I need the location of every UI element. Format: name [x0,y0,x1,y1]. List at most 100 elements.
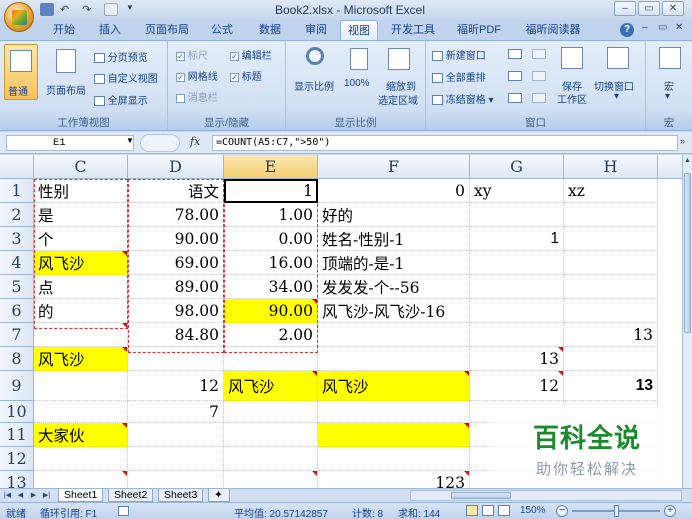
cell-f10[interactable] [318,401,470,423]
row-header-5[interactable]: 5 [0,275,34,299]
cell-f7[interactable] [318,323,470,347]
cell-h5[interactable] [564,275,658,299]
minimize-button[interactable]: – [614,1,636,16]
split-icon[interactable] [508,49,522,59]
page-layout-view-button[interactable]: 页面布局 [44,44,90,100]
save-icon[interactable] [40,3,54,16]
macro-record-icon[interactable] [118,506,129,516]
cell-g9[interactable]: 12 [470,371,564,401]
tab-review[interactable]: 审阅 [298,20,334,40]
ruler-checkbox[interactable]: ✓ 标尺 [176,47,208,62]
scroll-up-icon[interactable]: ▲ [683,157,692,167]
formula-input[interactable]: =COUNT(A5:C7,">50") [212,135,678,151]
ribbon-close-icon[interactable]: ✕ [675,22,683,33]
zoom-out-icon[interactable]: − [556,505,568,517]
undo-icon[interactable]: ↶ [60,3,74,16]
name-box-dropdown-icon[interactable]: ▼ [126,136,134,145]
horizontal-scroll-thumb[interactable] [451,492,511,499]
unhide-window-icon[interactable] [508,93,522,103]
save-workspace-button[interactable]: 保存 工作区 [554,44,590,106]
next-sheet-icon[interactable]: ▶ [29,490,38,501]
tab-data[interactable]: 数据 [252,20,288,40]
row-header-4[interactable]: 4 [0,251,34,275]
cell-d11[interactable] [128,423,224,447]
close-button[interactable]: ✕ [662,1,684,16]
formula-bar-resize-handle[interactable] [140,134,180,152]
redo-icon[interactable]: ↷ [82,3,96,16]
full-screen-button[interactable]: 全屏显示 [94,92,148,107]
cell-f6[interactable]: 风飞沙-风飞沙-16 [318,299,470,323]
column-header-f[interactable]: F [318,155,470,179]
insert-sheet-icon[interactable]: ✦ [208,489,230,502]
cell-h9[interactable]: 13 [564,371,658,401]
row-header-1[interactable]: 1 [0,179,34,203]
name-box[interactable]: E1 [6,135,134,151]
macros-button[interactable]: 宏 ▾ [650,44,688,104]
zoom-100-button[interactable]: 100% [344,44,372,100]
zoom-selection-button[interactable]: 缩放到 选定区域 [376,44,424,110]
custom-views-button[interactable]: 自定义视图 [94,70,158,85]
cell-g2[interactable] [470,203,564,227]
view-side-by-side-icon[interactable] [532,49,546,59]
new-window-button[interactable]: 新建窗口 [432,47,486,62]
tab-foxit-reader[interactable]: 福昕阅读器 [520,20,586,40]
cell-g3[interactable]: 1 [470,227,564,251]
cell-c8[interactable]: 风飞沙 [34,347,128,371]
cell-h3[interactable] [564,227,658,251]
tab-view[interactable]: 视图 [340,20,378,40]
row-header-11[interactable]: 11 [0,423,34,447]
cell-f8[interactable] [318,347,470,371]
cell-f3[interactable]: 姓名-性别-1 [318,227,470,251]
gridlines-checkbox[interactable]: ✓ 网格线 [176,68,218,83]
prev-sheet-icon[interactable]: ◀ [16,490,25,501]
cell-f11[interactable] [318,423,470,447]
cell-e11[interactable] [224,423,318,447]
select-all-corner[interactable] [0,155,34,179]
cell-e10[interactable] [224,401,318,423]
column-header-e[interactable]: E [224,155,318,179]
active-cell-e1[interactable] [224,179,318,203]
message-bar-checkbox[interactable]: 消息栏 [176,89,218,104]
cell-d9[interactable]: 12 [128,371,224,401]
cell-d12[interactable] [128,447,224,471]
cell-d10[interactable]: 7 [128,401,224,423]
cell-h6[interactable] [564,299,658,323]
cell-d13[interactable] [128,471,224,488]
sheet-tab-sheet3[interactable]: Sheet3 [158,489,204,502]
row-header-6[interactable]: 6 [0,299,34,323]
cell-f2[interactable]: 好的 [318,203,470,227]
cell-h7[interactable]: 13 [564,323,658,347]
row-header-12[interactable]: 12 [0,447,34,471]
cell-f12[interactable] [318,447,470,471]
cell-g6[interactable] [470,299,564,323]
cell-h8[interactable] [564,347,658,371]
reset-window-icon[interactable] [532,93,546,103]
first-sheet-icon[interactable]: |◀ [3,490,12,501]
cell-h1[interactable]: xz [564,179,658,203]
zoom-button[interactable]: 显示比例 [292,44,342,100]
row-header-8[interactable]: 8 [0,347,34,371]
page-layout-status-icon[interactable] [482,505,494,516]
help-icon[interactable]: ? [620,23,634,37]
row-header-3[interactable]: 3 [0,227,34,251]
freeze-panes-button[interactable]: 冻结窗格 ▾ [432,91,494,106]
cell-g4[interactable] [470,251,564,275]
column-header-h[interactable]: H [564,155,658,179]
cell-e9[interactable]: 风飞沙 [224,371,318,401]
cell-c9[interactable] [34,371,128,401]
ribbon-restore-icon[interactable]: ▭ [658,22,667,33]
office-button[interactable] [4,2,34,32]
normal-view-button[interactable]: 普通 [4,44,38,100]
tab-page-layout[interactable]: 页面布局 [140,20,194,40]
tab-developer[interactable]: 开发工具 [386,20,440,40]
row-header-2[interactable]: 2 [0,203,34,227]
qat-customize-icon[interactable]: ▼ [126,3,140,16]
normal-view-status-icon[interactable] [466,505,478,516]
maximize-button[interactable]: ▭ [638,1,660,16]
cell-f5[interactable]: 发发发-个--56 [318,275,470,299]
cell-g1[interactable]: xy [470,179,564,203]
tab-foxit-pdf[interactable]: 福昕PDF [452,20,506,40]
row-header-7[interactable]: 7 [0,323,34,347]
insert-function-icon[interactable]: fx [190,135,200,148]
tab-home[interactable]: 开始 [46,20,82,40]
